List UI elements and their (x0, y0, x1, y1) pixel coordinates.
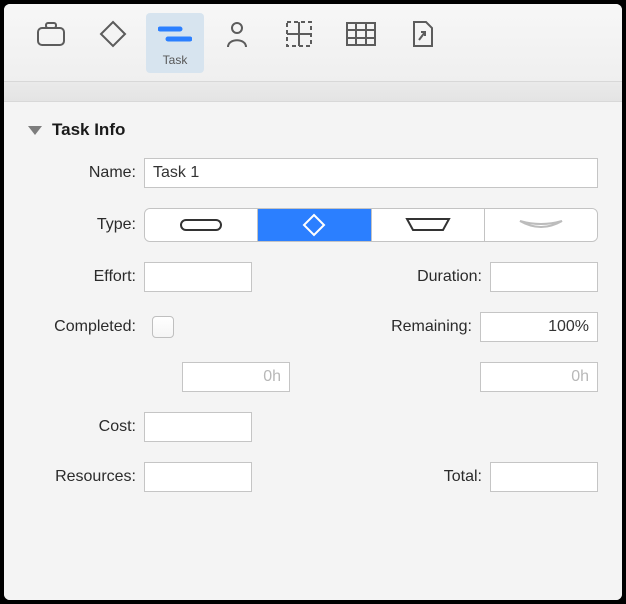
task-lines-icon (158, 17, 192, 51)
section-header[interactable]: Task Info (28, 120, 598, 140)
duration-input[interactable] (490, 262, 598, 292)
total-label: Total: (308, 468, 490, 486)
toolbar-project[interactable] (22, 13, 80, 73)
cost-input[interactable] (144, 412, 252, 442)
milestone-shape-icon (302, 213, 326, 237)
diamond-icon (96, 17, 130, 51)
disclosure-triangle-icon (28, 126, 42, 135)
name-label: Name: (28, 164, 144, 182)
resources-input[interactable] (144, 462, 252, 492)
toolbar-resource[interactable] (208, 13, 266, 73)
inspector-window: Task (4, 4, 622, 600)
effort-input[interactable] (144, 262, 252, 292)
completed-effort-input[interactable] (182, 362, 290, 392)
name-input[interactable] (144, 158, 598, 188)
toolbar: Task (4, 4, 622, 82)
remaining-effort-input[interactable] (480, 362, 598, 392)
task-shape-icon (179, 217, 223, 233)
total-input[interactable] (490, 462, 598, 492)
type-option-group[interactable] (372, 209, 485, 241)
resources-label: Resources: (28, 468, 144, 486)
grid-dashed-icon (282, 17, 316, 51)
type-label: Type: (28, 216, 144, 234)
table-icon (344, 17, 378, 51)
toolbar-dashboard[interactable] (270, 13, 328, 73)
hammock-shape-icon (518, 217, 564, 233)
toolbar-subbar (4, 82, 622, 102)
group-shape-icon (405, 216, 451, 234)
effort-label: Effort: (28, 268, 144, 286)
section-title: Task Info (52, 120, 125, 140)
toolbar-report[interactable] (394, 13, 452, 73)
briefcase-icon (34, 17, 68, 51)
type-segmented-control (144, 208, 598, 242)
type-option-milestone[interactable] (258, 209, 371, 241)
type-option-task[interactable] (145, 209, 258, 241)
completed-checkbox[interactable] (152, 316, 174, 338)
toolbar-milestone[interactable] (84, 13, 142, 73)
toolbar-task-label: Task (163, 53, 188, 69)
task-info-panel: Task Info Name: Type: (4, 102, 622, 600)
toolbar-table[interactable] (332, 13, 390, 73)
type-option-hammock[interactable] (485, 209, 597, 241)
document-share-icon (406, 17, 440, 51)
remaining-label: Remaining: (308, 318, 480, 336)
remaining-input[interactable] (480, 312, 598, 342)
completed-label: Completed: (28, 318, 144, 336)
toolbar-task[interactable]: Task (146, 13, 204, 73)
cost-label: Cost: (28, 418, 144, 436)
duration-label: Duration: (308, 268, 490, 286)
person-icon (220, 17, 254, 51)
